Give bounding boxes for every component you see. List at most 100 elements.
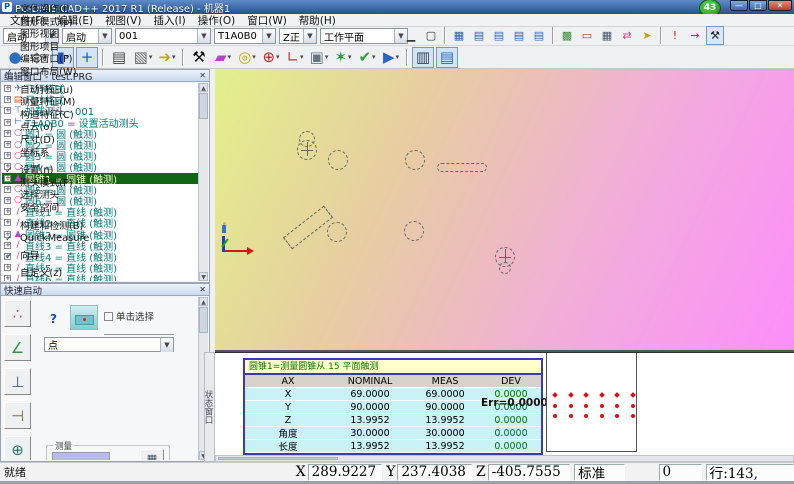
sort-arrows-icon[interactable]: ⇄ bbox=[618, 26, 636, 45]
menu-item-自定义z[interactable]: 自定义(z) bbox=[1, 268, 96, 281]
menu-item-QuickMeasure[interactable]: QuickMeasure✓ bbox=[1, 233, 96, 246]
chevron-down-icon[interactable]: ▾ bbox=[252, 53, 256, 61]
close-icon[interactable]: ✕ bbox=[199, 285, 206, 294]
chevron-down-icon[interactable]: ▾ bbox=[276, 53, 280, 61]
execute-list-icon[interactable]: ▶▾ bbox=[380, 47, 402, 68]
quick-origin-icon[interactable]: ⊕ bbox=[4, 436, 31, 460]
cad-view-button[interactable]: ▦ bbox=[140, 449, 164, 460]
menu-item-图形视图[interactable]: 图形视图 bbox=[1, 29, 96, 42]
marked-sets-icon[interactable]: ! bbox=[666, 26, 684, 45]
chevron-down-icon[interactable]: ▾ bbox=[348, 53, 352, 61]
menu-item-帮助H[interactable]: 帮助(H) bbox=[293, 13, 342, 28]
quick-start-titlebar[interactable]: 快速启动 ✕ bbox=[1, 284, 209, 296]
report-window-icon[interactable]: ▭ bbox=[578, 26, 596, 45]
minimize-button[interactable]: — bbox=[730, 0, 748, 11]
chevron-down-icon[interactable]: ▼ bbox=[98, 29, 111, 43]
menu-item-图形项目[interactable]: 图形项目 bbox=[1, 42, 96, 55]
menu-item-选择测头[interactable]: 选择测头 bbox=[1, 190, 96, 203]
text-report-icon[interactable]: ▤ bbox=[470, 26, 488, 45]
menu-item-窗口W[interactable]: 窗口(W) bbox=[241, 13, 293, 28]
edit-window-icon[interactable]: ▦ bbox=[598, 26, 616, 45]
menu-item-点云o[interactable]: 点云(o) bbox=[1, 122, 96, 135]
menu-item-测量特征M[interactable]: 测量特征(M) bbox=[1, 97, 96, 110]
report-hscrollbar[interactable] bbox=[215, 455, 794, 462]
cascade-windows-icon[interactable]: ▦ bbox=[450, 26, 468, 45]
chevron-down-icon[interactable]: ▼ bbox=[197, 29, 210, 43]
selection-input[interactable] bbox=[104, 325, 174, 335]
custom-report-icon[interactable]: ▤ bbox=[490, 26, 508, 45]
quick-probe-icon[interactable]: ⊥ bbox=[4, 368, 31, 395]
label-report-icon[interactable]: ▤ bbox=[510, 26, 528, 45]
tools-hammer-icon[interactable]: ⚒ bbox=[188, 47, 210, 68]
menu-item-构造特征C[interactable]: 构造特征(C) bbox=[1, 110, 96, 123]
quick-calibrate-icon[interactable]: ⊣ bbox=[4, 402, 31, 429]
menu-item-向导[interactable]: 向导✓ bbox=[1, 251, 96, 264]
copy-pages-icon[interactable]: ▣▾ bbox=[308, 47, 330, 68]
quick-feature-icon[interactable]: ∴ bbox=[4, 300, 31, 327]
close-button[interactable]: ✕ bbox=[768, 0, 792, 11]
accept-check-icon[interactable]: ✔▾ bbox=[356, 47, 378, 68]
menu-item-设置n[interactable]: 设置(n)✓ bbox=[1, 165, 96, 178]
goto-position-icon[interactable]: ➔▾ bbox=[156, 47, 178, 68]
menu-item-窗口布局W[interactable]: 窗口布局(W)✓ bbox=[1, 67, 96, 80]
view-options-toggle-icon[interactable]: ▥ bbox=[412, 47, 434, 68]
part-program-icon[interactable]: ▩ bbox=[558, 26, 576, 45]
excel-export-icon[interactable]: → bbox=[686, 26, 704, 45]
help-icon[interactable]: ? bbox=[50, 312, 57, 326]
menu-item-操作O[interactable]: 操作(O) bbox=[192, 13, 241, 28]
graph-axes-icon[interactable]: ∟▾ bbox=[284, 47, 306, 68]
cad-model-icon[interactable]: ▧▾ bbox=[132, 47, 154, 68]
target-feature-icon[interactable]: ⊕▾ bbox=[260, 47, 282, 68]
chevron-down-icon[interactable]: ▾ bbox=[396, 53, 400, 61]
status-window-tab[interactable]: 状态窗口 bbox=[204, 352, 215, 462]
menu-item-视图V[interactable]: 视图(V) bbox=[99, 13, 147, 28]
minimize-window-icon[interactable]: ▁ bbox=[402, 26, 420, 45]
scroll-up-icon[interactable]: ▲ bbox=[199, 297, 208, 306]
chevron-down-icon[interactable]: ▼ bbox=[262, 29, 275, 43]
click-select-checkbox[interactable]: 单击选择 bbox=[104, 309, 154, 323]
plane-feature-icon[interactable]: ▰▾ bbox=[212, 47, 234, 68]
menu-item-插入I[interactable]: 插入(I) bbox=[147, 13, 191, 28]
chevron-down-icon[interactable]: ▼ bbox=[160, 338, 173, 352]
menu-item-测头模式P[interactable]: 测头模式(P) bbox=[1, 178, 96, 191]
maximize-button[interactable]: □ bbox=[749, 0, 767, 11]
workplane-name-combo[interactable]: 工作平面▼ bbox=[320, 28, 408, 44]
menu-item-图形模式p[interactable]: 图形模式(p) bbox=[1, 17, 96, 30]
scroll-up-icon[interactable]: ▲ bbox=[199, 83, 208, 92]
menu-item-安全空间[interactable]: 安全空间 bbox=[1, 203, 96, 216]
menu-item-编辑窗口F[interactable]: 编辑窗口(F) bbox=[1, 54, 96, 67]
quick-alignment-icon[interactable]: ∠ bbox=[4, 334, 31, 361]
customize-toolbars-icon[interactable]: ⚒ bbox=[706, 26, 724, 45]
probe-file-combo[interactable]: 001▼ bbox=[115, 28, 211, 44]
grid-report-icon[interactable]: ▤ bbox=[530, 26, 548, 45]
circle-feature-icon[interactable]: ◎▾ bbox=[236, 47, 258, 68]
menu-item-坐标系[interactable]: 坐标系 bbox=[1, 148, 96, 161]
color-swatch[interactable] bbox=[52, 452, 110, 460]
layout-toggle-icon[interactable]: ▤ bbox=[436, 47, 458, 68]
scroll-thumb[interactable] bbox=[218, 457, 338, 460]
scroll-thumb[interactable] bbox=[199, 307, 208, 333]
chevron-down-icon[interactable]: ▼ bbox=[303, 29, 316, 43]
probe-tip-combo[interactable]: T1A0B0▼ bbox=[214, 28, 276, 44]
menu-item-自动特征u[interactable]: 自动特征(u) bbox=[1, 85, 96, 98]
chevron-down-icon[interactable]: ▾ bbox=[172, 53, 176, 61]
feature-type-combo[interactable]: 点 ▼ bbox=[44, 337, 174, 352]
checkbox-icon[interactable] bbox=[104, 312, 113, 321]
menu-item-文件操作i[interactable]: 文件操作(i) bbox=[1, 4, 96, 17]
comment-icon[interactable]: ▤ bbox=[108, 47, 130, 68]
chevron-down-icon[interactable]: ▾ bbox=[149, 53, 153, 61]
chevron-down-icon[interactable]: ▾ bbox=[325, 53, 329, 61]
graphics-view[interactable] bbox=[215, 69, 794, 352]
menu-item-构建和检测B[interactable]: 构建和检测(B) bbox=[1, 221, 96, 234]
chevron-down-icon[interactable]: ▾ bbox=[228, 53, 232, 61]
scroll-thumb[interactable] bbox=[199, 93, 208, 119]
path-lines-icon[interactable]: ➤ bbox=[638, 26, 656, 45]
tree-scrollbar[interactable]: ▲ ▼ bbox=[198, 83, 208, 281]
chevron-down-icon[interactable]: ▾ bbox=[300, 53, 304, 61]
scroll-down-icon[interactable]: ▼ bbox=[199, 272, 208, 281]
menu-item-尺寸D[interactable]: 尺寸(D) bbox=[1, 135, 96, 148]
workplane-combo[interactable]: Z正▼ bbox=[279, 28, 317, 44]
restore-window-icon[interactable]: ▢ bbox=[422, 26, 440, 45]
close-icon[interactable]: ✕ bbox=[199, 71, 206, 80]
point-feature-icon[interactable]: ✶▾ bbox=[332, 47, 354, 68]
